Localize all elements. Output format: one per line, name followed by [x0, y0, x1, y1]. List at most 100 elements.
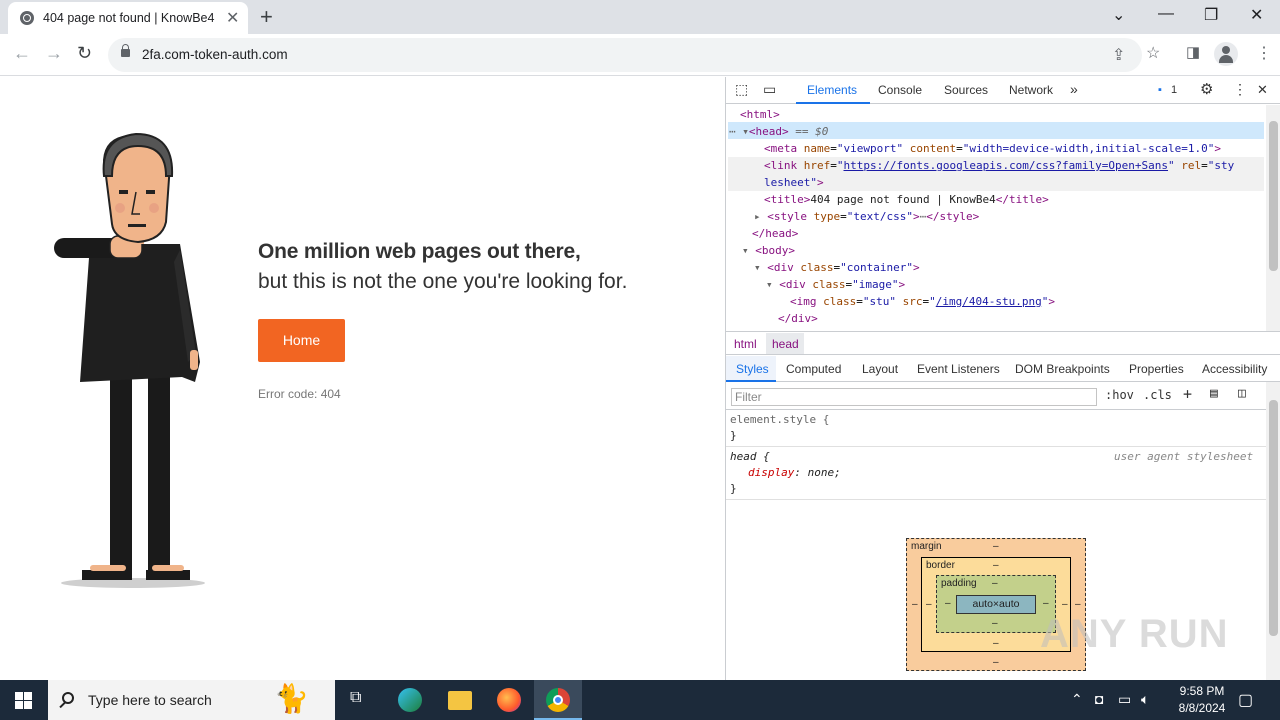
minimize-button[interactable]: —	[1158, 5, 1174, 23]
dom-node-link[interactable]: <link href="https://fonts.googleapis.com…	[764, 159, 1234, 172]
tab-dom-breakpoints[interactable]: DOM Breakpoints	[1015, 362, 1110, 376]
lock-icon[interactable]	[121, 44, 130, 57]
browser-toolbar: ← → ↻ 2fa.com-token-auth.com ⇪ ☆ ◨ ⋮	[0, 34, 1280, 76]
paint-brush-icon[interactable]: ▤	[1210, 386, 1218, 401]
task-view-icon[interactable]: ⧉	[350, 689, 361, 707]
firefox-icon[interactable]	[497, 688, 521, 712]
issues-count[interactable]: 1	[1171, 84, 1177, 96]
home-button[interactable]: Home	[258, 319, 345, 362]
cat-search-highlight-icon: 🐈	[274, 683, 309, 714]
dom-node-html[interactable]: <html>	[740, 108, 780, 121]
menu-kebab-icon[interactable]: ⋮	[1256, 43, 1272, 63]
tab-accessibility[interactable]: Accessibility	[1202, 362, 1267, 376]
issues-icon[interactable]: ▪	[1158, 84, 1162, 96]
devtools-tab-bar: ⬚ ▭ Elements Console Sources Network » ▪…	[726, 77, 1280, 104]
show-hidden-icons-chevron[interactable]: ⌃	[1071, 691, 1083, 708]
close-devtools-icon[interactable]: ✕	[1257, 82, 1268, 98]
globe-icon	[20, 11, 34, 25]
clock-date[interactable]: 8/8/2024	[1166, 701, 1238, 715]
dom-node-div-image[interactable]: ▾ <div class="image">	[766, 278, 905, 291]
dom-node-style[interactable]: ▸ <style type="text/css">⋯</style>	[754, 210, 979, 223]
breadcrumb-html[interactable]: html	[734, 337, 757, 351]
windows-taskbar: Type here to search 🐈 ⧉ ⌃ ◘ ▭ 🔈︎ 9:58 PM…	[0, 680, 1280, 720]
url-text[interactable]: 2fa.com-token-auth.com	[142, 47, 288, 62]
box-model-padding[interactable]: padding – – – – auto×auto	[936, 575, 1056, 633]
tab-close-icon[interactable]: ✕	[226, 8, 239, 28]
element-style-rule[interactable]: element.style {	[730, 413, 829, 426]
settings-gear-icon[interactable]: ⚙	[1200, 80, 1213, 98]
taskbar-search-box[interactable]: Type here to search 🐈	[48, 680, 335, 720]
profile-avatar-icon[interactable]	[1214, 42, 1238, 66]
tab-sources[interactable]: Sources	[944, 83, 988, 97]
more-tabs-icon[interactable]: »	[1070, 81, 1078, 97]
meet-now-icon[interactable]: ◘	[1095, 691, 1103, 707]
styles-filter-row: Filter :hov .cls + ▤ ◫	[726, 382, 1280, 410]
clock-time[interactable]: 9:58 PM	[1166, 684, 1238, 698]
tab-styles[interactable]: Styles	[736, 362, 769, 376]
dom-node-link-cont: lesheet">	[764, 176, 824, 189]
box-model-content[interactable]: auto×auto	[956, 595, 1036, 614]
tab-computed[interactable]: Computed	[786, 362, 841, 376]
page-content: One million web pages out there, but thi…	[0, 77, 725, 680]
browser-tab[interactable]: 404 page not found | KnowBe4 ✕	[8, 2, 248, 34]
page-subheading: but this is not the one you're looking f…	[258, 270, 628, 293]
notifications-icon[interactable]: ▢	[1238, 690, 1253, 710]
styles-tab-bar: Styles Computed Layout Event Listeners D…	[726, 356, 1280, 382]
new-tab-button[interactable]: +	[260, 4, 273, 30]
active-tab-indicator	[796, 102, 870, 104]
edge-icon[interactable]	[398, 688, 422, 712]
head-rule-selector[interactable]: head {	[730, 450, 770, 463]
dom-node-title[interactable]: <title>404 page not found | KnowBe4</tit…	[764, 193, 1049, 206]
dom-node-div-close: </div>	[778, 312, 818, 325]
breadcrumb: html head	[726, 331, 1280, 355]
devtools-panel: ⬚ ▭ Elements Console Sources Network » ▪…	[725, 77, 1280, 680]
head-rule-close: }	[730, 482, 737, 495]
forward-button[interactable]: →	[45, 43, 63, 64]
tab-layout[interactable]: Layout	[862, 362, 898, 376]
restore-button[interactable]: ❐	[1204, 5, 1218, 25]
network-icon[interactable]: ▭	[1118, 691, 1131, 708]
styles-scrollbar[interactable]	[1266, 382, 1280, 680]
tab-properties[interactable]: Properties	[1129, 362, 1184, 376]
close-window-button[interactable]: ✕	[1250, 5, 1263, 25]
error-code: Error code: 404	[258, 387, 341, 401]
tab-strip: 404 page not found | KnowBe4 ✕ + ⌄ — ❐ ✕	[0, 0, 1280, 34]
new-style-rule-icon[interactable]: +	[1183, 385, 1192, 403]
tab-console[interactable]: Console	[878, 83, 922, 97]
anyrun-watermark: ANY RUN	[1040, 612, 1229, 656]
tab-network[interactable]: Network	[1009, 83, 1053, 97]
back-button[interactable]: ←	[13, 43, 31, 64]
windows-start-icon[interactable]	[15, 692, 33, 709]
tab-elements[interactable]: Elements	[807, 83, 857, 97]
file-explorer-icon[interactable]	[448, 691, 472, 710]
volume-icon[interactable]: 🔈︎	[1141, 691, 1149, 708]
dom-node-body[interactable]: ▾ <body>	[742, 244, 795, 257]
dom-node-head[interactable]: ⋯ ▾<head> == $0	[729, 125, 828, 138]
tab-event-listeners[interactable]: Event Listeners	[917, 362, 1000, 376]
toggle-sidebar-icon[interactable]: ◫	[1238, 386, 1246, 401]
breadcrumb-head[interactable]: head	[772, 337, 799, 351]
hov-toggle[interactable]: :hov	[1105, 388, 1134, 402]
tab-search-chevron-icon[interactable]: ⌄	[1112, 5, 1125, 25]
dom-node-meta[interactable]: <meta name="viewport" content="width=dev…	[764, 142, 1221, 155]
chrome-taskbar-button[interactable]	[534, 680, 582, 720]
styles-filter-input[interactable]: Filter	[731, 388, 1097, 406]
user-agent-stylesheet-label: user agent stylesheet	[1114, 450, 1254, 463]
dom-tree: <html> ⋯ ▾<head> == $0 <meta name="viewp…	[726, 105, 1266, 331]
share-icon[interactable]: ⇪	[1112, 45, 1125, 65]
inspect-element-icon[interactable]: ⬚	[735, 81, 748, 98]
dom-node-img[interactable]: <img class="stu" src="/img/404-stu.png">	[790, 295, 1055, 308]
devtools-menu-icon[interactable]: ⋮	[1233, 81, 1247, 98]
side-panel-icon[interactable]: ◨	[1186, 43, 1200, 61]
character-illustration	[54, 132, 205, 588]
reload-button[interactable]: ↻	[77, 43, 92, 64]
head-rule-declaration[interactable]: display: none;	[748, 466, 841, 479]
dom-scrollbar[interactable]	[1266, 105, 1280, 331]
search-icon	[62, 692, 74, 704]
dom-node-head-close: </head>	[752, 227, 799, 240]
cls-toggle[interactable]: .cls	[1143, 388, 1172, 402]
bookmark-star-icon[interactable]: ☆	[1146, 43, 1160, 63]
device-toolbar-icon[interactable]: ▭	[763, 81, 776, 98]
dom-node-div-container[interactable]: ▾ <div class="container">	[754, 261, 920, 274]
address-bar[interactable]: 2fa.com-token-auth.com ⇪	[108, 38, 1142, 72]
